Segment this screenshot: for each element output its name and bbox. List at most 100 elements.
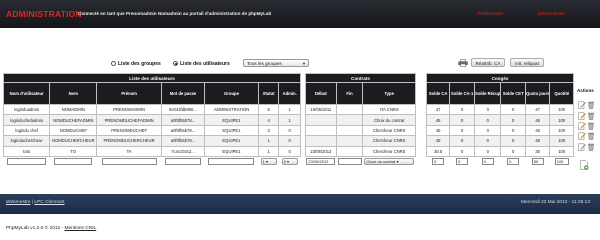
edit-icon[interactable] (578, 143, 586, 151)
cell-solde-cet: 0 (500, 135, 526, 147)
table-row[interactable]: loginduchefadmin NOMDUCHEFADMIN PRENOMDU… (2, 114, 301, 126)
printer-icon[interactable] (458, 59, 468, 67)
cell-solde-ca1: 0 (449, 103, 476, 116)
cell-type: Chercheur CNRS (362, 124, 416, 137)
cell-solde-ca1: 0 (449, 145, 476, 157)
edit-icon[interactable] (578, 101, 586, 109)
table-row[interactable]: 45 0 0 0 45 100 (425, 114, 574, 126)
cell-statut: 4 (257, 114, 280, 126)
filter-groupe-input[interactable] (208, 158, 255, 166)
cell-solde-ca1: 0 (449, 124, 476, 137)
filter-debut-input[interactable]: 23/05/2012 (306, 158, 336, 166)
groups-select[interactable]: Tous les groupes ▼ (243, 59, 309, 67)
radio-users[interactable] (173, 61, 178, 66)
filter-admin-select[interactable]: 0 ▾ (281, 158, 298, 166)
cell-nom: TO (49, 145, 98, 157)
radio-groups[interactable] (111, 61, 116, 66)
cell-debut (305, 114, 337, 126)
filter-nom-input[interactable] (54, 158, 93, 166)
trash-icon[interactable] (587, 112, 595, 120)
edit-icon[interactable] (578, 132, 586, 140)
filter-username-input[interactable] (7, 158, 47, 166)
trash-icon[interactable] (587, 122, 595, 130)
trash-icon[interactable] (587, 143, 595, 151)
cell-solde-ca: 30.5 (425, 145, 451, 157)
filter-solde-recup-input[interactable]: 0 (481, 158, 494, 166)
webmestre-link[interactable]: Webmestre (6, 200, 30, 205)
filter-prenom-input[interactable] (101, 158, 157, 166)
table-row[interactable]: Choix du contrat (305, 114, 416, 126)
table-row[interactable]: 30.5 0 0 0 30 100 (425, 145, 574, 157)
cell-admin: 0 (278, 124, 301, 137)
mentions-cnil-link[interactable]: Mentions CNIL (64, 226, 96, 231)
app-brand: ADMINISTRATION (6, 9, 82, 19)
col-quotite[interactable]: Quotité (549, 82, 574, 105)
filter-quota-input[interactable]: 50 (531, 158, 544, 166)
preferences-link[interactable]: Préférences (478, 11, 503, 16)
table-row[interactable]: loginduadmin NOMADMIN PRENOMADMIN 5c043f… (2, 103, 301, 116)
col-prenom[interactable]: Prénom (96, 82, 162, 105)
col-debut[interactable]: Début (305, 82, 337, 105)
table-row[interactable]: 47 0 0 0 47 100 (425, 103, 574, 116)
filter-password-input[interactable] (164, 158, 201, 166)
reset-ca-button[interactable]: Réattrib. CA (471, 58, 505, 67)
filter-fin-input[interactable] (337, 158, 362, 166)
footer-bar: Webmestre | LPC Clermont Mercredi 23 Mai… (0, 194, 600, 214)
col-username[interactable]: Nom d'utilisateur (2, 82, 51, 105)
cell-solde-recup: 0 (474, 124, 502, 137)
filter-statut-select[interactable]: 1 ▾ (260, 158, 277, 166)
connected-user-text: Connecté en tant que Prenomadmin Nomadmi… (78, 11, 272, 16)
table-row[interactable]: 23/05/2012 Chercheur CNRS (305, 145, 416, 157)
col-solde-ca[interactable]: Solde CA (425, 82, 451, 105)
table-row[interactable]: loginduchercheur NOMDUCHERCHEUR PRENOMDU… (2, 135, 301, 147)
col-groupe[interactable]: Groupe (204, 82, 259, 105)
filter-quotite-input[interactable]: 100 (554, 158, 569, 166)
radio-users-label[interactable]: Liste des utilisateurs (180, 61, 230, 67)
table-row[interactable]: 19/05/2011 ITA CNRS (305, 103, 416, 116)
cell-quota-jours: 30 (524, 145, 551, 157)
edit-icon[interactable] (578, 122, 586, 130)
col-password[interactable]: Mot de passe (160, 82, 206, 105)
trash-icon[interactable] (587, 132, 595, 140)
filter-row: 1 ▾ 0 ▾ (3, 156, 301, 167)
col-solde-cet[interactable]: Solde CET (500, 82, 526, 105)
logout-link[interactable]: Déconnexion (538, 11, 565, 16)
footer-links: Webmestre | LPC Clermont (6, 200, 64, 205)
radio-groups-label[interactable]: Liste des groupes (118, 61, 161, 67)
table-row[interactable]: 45 0 0 0 45 100 (425, 124, 574, 137)
filter-solde-cet-input[interactable]: 0 (507, 158, 520, 166)
init-reliquat-button[interactable]: Init. reliquat (510, 58, 544, 67)
col-quota-jours[interactable]: Quota jours (524, 82, 551, 105)
cell-solde-cet: 0 (500, 145, 526, 157)
filter-solde-ca-input[interactable]: 0 (432, 158, 445, 166)
filter-quota-value: 50 (533, 159, 539, 165)
leave-table: Congés Solde CA Solde CA-1 Solde Récup S… (425, 73, 574, 167)
col-solde-ca1[interactable]: Solde CA-1 (449, 82, 476, 105)
cell-admin: 1 (278, 114, 301, 126)
col-type[interactable]: Type (362, 82, 416, 105)
table-row[interactable]: Chercheur CNRS (305, 124, 416, 137)
cell-prenom: TA (96, 145, 162, 157)
filter-type-select[interactable]: Choix du contrat ▾ (364, 158, 415, 166)
col-statut[interactable]: Statut (257, 82, 280, 105)
add-user-icon[interactable] (580, 160, 589, 170)
cell-statut: 1 (257, 145, 280, 157)
contracts-group-title: Contrats (305, 73, 416, 83)
col-admin[interactable]: Admin. (278, 82, 301, 105)
cell-quota-jours: 47 (524, 103, 551, 116)
table-row[interactable]: toto TO TA 7c4cc02c2... EQUIPE1 1 0 (2, 145, 301, 157)
filter-type-value: Choix du contrat (366, 159, 396, 165)
table-row[interactable]: 45 0 0 0 45 100 (425, 135, 574, 147)
trash-icon[interactable] (587, 101, 595, 109)
filter-solde-ca1-input[interactable]: 0 (456, 158, 469, 166)
col-nom[interactable]: Nom (49, 82, 98, 105)
col-solde-recup[interactable]: Solde Récup (474, 82, 502, 105)
cell-groupe: EQUIPE1 (204, 135, 259, 147)
cell-quota-jours: 45 (524, 124, 551, 137)
lab-link[interactable]: LPC Clermont (34, 200, 64, 205)
edit-icon[interactable] (578, 112, 586, 120)
cell-password: 5c043fdb856... (160, 103, 206, 116)
table-row[interactable]: Chercheur CNRS (305, 135, 416, 147)
table-row[interactable]: logindu chef NOMDUCHEF PRENOMDUCHEF a0f0… (2, 124, 301, 137)
col-fin[interactable]: Fin (335, 82, 364, 105)
